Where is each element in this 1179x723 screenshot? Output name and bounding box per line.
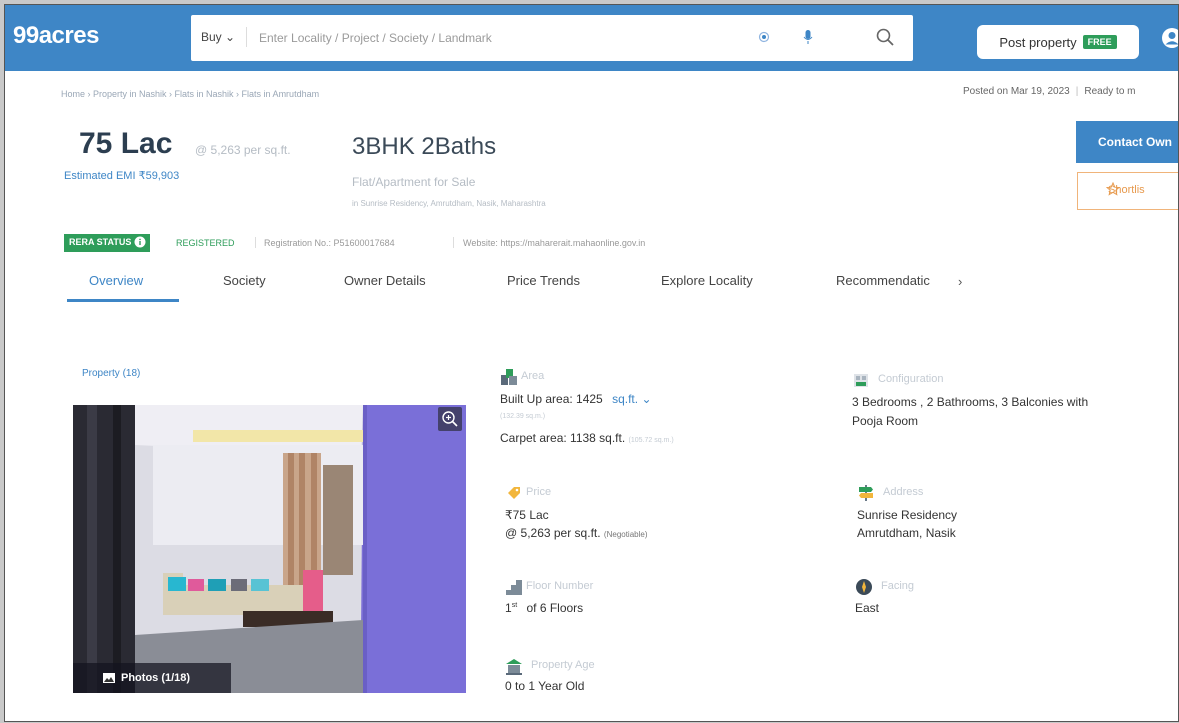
price-headline: 75 Lac — [79, 127, 173, 160]
price-label: Price — [526, 486, 552, 498]
living-room-image — [73, 405, 466, 693]
info-icon — [134, 236, 146, 248]
top-header: 99acres Buy ⌄ Post property — [5, 5, 1178, 71]
detail-floor: Floor Number 1st of 6 Floors — [505, 578, 825, 628]
configuration-line-2: Pooja Room — [852, 414, 919, 428]
carpet-area: Carpet area: 1138 sq.ft. (105.72 sq.m.) — [500, 431, 674, 445]
detail-property-age: Property Age 0 to 1 Year Old — [505, 657, 825, 697]
detail-price: Price ₹75 Lac @ 5,263 per sq.ft. (Negoti… — [505, 484, 825, 544]
detail-address: Address Sunrise Residency Amrutdham, Nas… — [857, 484, 1157, 544]
chevron-down-icon: ⌄ — [641, 392, 652, 406]
facing-label: Facing — [881, 580, 915, 592]
property-photos-label: Property (18) — [82, 368, 141, 379]
ready-status: Ready to m — [1084, 86, 1136, 97]
property-type: Flat/Apartment for Sale — [352, 175, 476, 189]
section-tabs: Overview Society Owner Details Price Tre… — [5, 267, 1178, 307]
rera-website[interactable]: Website: https://maharerait.mahaonline.g… — [463, 238, 645, 248]
posted-info: Posted on Mar 19, 2023 | Ready to m — [963, 86, 1136, 97]
post-property-label: Post property — [999, 34, 1077, 50]
posted-date: Posted on Mar 19, 2023 — [963, 86, 1070, 97]
site-logo[interactable]: 99acres — [13, 22, 99, 50]
property-address: in Sunrise Residency, Amrutdham, Nasik, … — [352, 199, 546, 208]
floor-label: Floor Number — [526, 580, 594, 592]
shortlist-button[interactable]: Shortlis — [1077, 172, 1178, 210]
building-age-icon — [506, 659, 522, 675]
post-property-button[interactable]: Post property FREE — [977, 25, 1139, 59]
chevron-down-icon: ⌄ — [225, 30, 236, 44]
carpet-area-value: Carpet area: 1138 sq.ft. — [500, 431, 626, 445]
configuration-line-1: 3 Bedrooms , 2 Bathrooms, 3 Balconies wi… — [852, 395, 1089, 409]
zoom-in-icon[interactable] — [438, 407, 462, 431]
breadcrumb[interactable]: Home › Property in Nashik › Flats in Nas… — [61, 89, 319, 99]
tab-owner-details[interactable]: Owner Details — [344, 273, 426, 288]
free-badge: FREE — [1082, 35, 1117, 49]
tab-overview[interactable]: Overview — [89, 273, 143, 288]
signpost-icon — [859, 485, 873, 501]
microphone-icon[interactable] — [803, 29, 813, 45]
area-label: Area — [521, 370, 545, 382]
address-label: Address — [883, 486, 924, 498]
rera-status-badge[interactable]: RERA STATUS — [64, 234, 151, 252]
carpet-area-sqm: (105.72 sq.m.) — [628, 437, 674, 444]
rera-registered: REGISTERED — [176, 238, 235, 248]
tab-price-trends[interactable]: Price Trends — [507, 273, 580, 288]
property-photo[interactable] — [73, 405, 466, 693]
price-value: ₹75 Lac — [505, 508, 549, 522]
buy-dropdown[interactable]: Buy ⌄ — [201, 30, 235, 44]
search-input[interactable] — [259, 27, 739, 49]
tabs-fade — [927, 269, 955, 297]
configuration-icon — [854, 374, 868, 387]
chevron-right-icon[interactable]: › — [958, 274, 962, 289]
location-target-icon[interactable] — [758, 31, 770, 43]
property-age-value: 0 to 1 Year Old — [505, 679, 585, 693]
area-unit: sq.ft. — [612, 392, 639, 406]
facing-value: East — [855, 601, 880, 615]
negotiable-note: (Negotiable) — [603, 530, 648, 539]
estimated-emi-link[interactable]: Estimated EMI ₹59,903 — [64, 169, 179, 182]
photos-count-button[interactable]: Photos (1/18) — [73, 663, 231, 693]
tab-society[interactable]: Society — [223, 273, 266, 288]
price-per-sqft-value: @ 5,263 per sq.ft. — [505, 526, 601, 540]
contact-owner-button[interactable]: Contact Own — [1076, 121, 1178, 163]
tab-explore-locality[interactable]: Explore Locality — [661, 273, 753, 288]
builtup-area-sqm: (132.39 sq.m.) — [500, 413, 546, 420]
area-icon — [501, 369, 517, 385]
photos-count-label: Photos (1/18) — [121, 672, 191, 684]
property-age-label: Property Age — [531, 659, 595, 671]
divider — [255, 237, 256, 248]
search-bar: Buy ⌄ — [191, 15, 913, 61]
floor-suffix: st — [511, 602, 518, 609]
configuration-label: Configuration — [878, 373, 944, 385]
buy-label: Buy — [201, 30, 222, 44]
address-line-1: Sunrise Residency — [857, 508, 958, 522]
divider — [453, 237, 454, 248]
search-icon[interactable] — [875, 27, 895, 47]
rera-registration-number: Registration No.: P51600017684 — [264, 238, 395, 248]
area-unit-dropdown[interactable]: sq.ft. ⌄ — [612, 392, 651, 406]
builtup-area: Built Up area: 1425 sq.ft. ⌄ — [500, 392, 652, 406]
gallery-icon — [103, 673, 115, 683]
star-icon — [1106, 182, 1120, 196]
floor-stairs-icon — [506, 580, 522, 595]
bhk-title: 3BHK 2Baths — [352, 133, 497, 160]
price-per-sqft: @ 5,263 per sq.ft. — [195, 143, 291, 157]
detail-area: Area Built Up area: 1425 sq.ft. ⌄ (132.3… — [500, 368, 820, 458]
active-tab-indicator — [67, 299, 179, 302]
price-per-sqft-detail: @ 5,263 per sq.ft. (Negotiable) — [505, 526, 648, 540]
floor-number: 1 — [505, 601, 512, 615]
tab-recommendations[interactable]: Recommendatic — [836, 273, 930, 288]
price-tag-icon — [508, 487, 520, 499]
page-frame: 99acres Buy ⌄ Post property — [4, 4, 1179, 722]
rera-status-label: RERA STATUS — [69, 237, 132, 247]
builtup-area-value: Built Up area: 1425 — [500, 392, 603, 406]
compass-icon — [856, 579, 872, 595]
detail-facing: Facing East — [855, 578, 1155, 628]
user-account-icon[interactable] — [1161, 27, 1179, 49]
detail-configuration: Configuration 3 Bedrooms , 2 Bathrooms, … — [852, 371, 1172, 431]
floor-value: 1st of 6 Floors — [505, 601, 583, 615]
floor-total: of 6 Floors — [526, 601, 584, 615]
address-line-2: Amrutdham, Nasik — [857, 526, 956, 540]
divider — [246, 27, 247, 47]
